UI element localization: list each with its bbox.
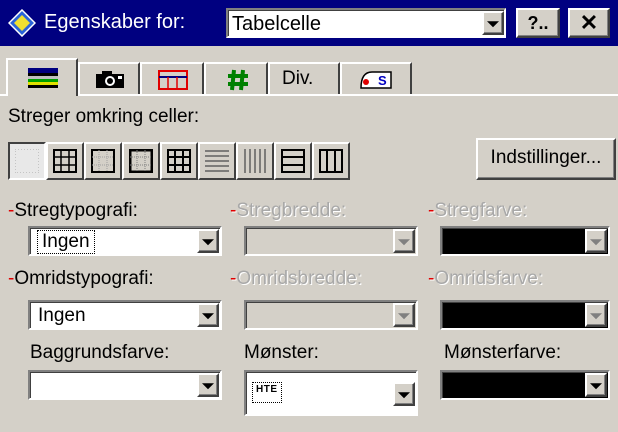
border-style-outside-bold[interactable] xyxy=(122,142,160,180)
outline-color-dropdown xyxy=(440,300,610,330)
help-button[interactable]: ?.. xyxy=(516,8,560,38)
stroke-width-dropdown xyxy=(244,226,418,256)
borders-section-label: Streger omkring celler: xyxy=(8,106,200,127)
chevron-down-icon[interactable] xyxy=(197,303,219,327)
border-style-horizontal[interactable] xyxy=(198,142,236,180)
chevron-down-icon[interactable] xyxy=(197,373,219,397)
border-style-vertical[interactable] xyxy=(236,142,274,180)
bg-color-label: Baggrundsfarve: xyxy=(30,342,170,363)
settings-button[interactable]: Indstillinger... xyxy=(476,138,616,180)
script-icon: S xyxy=(360,71,392,89)
tab-image[interactable] xyxy=(78,62,140,94)
outline-type-label: -Omridstypografi: xyxy=(8,268,154,289)
stroke-color-dropdown xyxy=(440,226,610,256)
properties-icon xyxy=(8,9,36,37)
chevron-down-icon[interactable] xyxy=(482,11,504,35)
pattern-color-dropdown[interactable] xyxy=(440,370,610,400)
borders-icon xyxy=(28,68,58,88)
pattern-value: hte xyxy=(252,382,282,403)
tab-script[interactable]: S xyxy=(340,62,412,94)
stroke-color-label: -Stregfarve: xyxy=(428,200,528,221)
border-style-none[interactable] xyxy=(8,142,46,180)
border-style-outside[interactable] xyxy=(84,142,122,180)
title-bar: Egenskaber for: Tabelcelle ?.. ✕ xyxy=(0,0,618,46)
chevron-down-icon xyxy=(393,303,415,327)
stroke-width-label: -Stregbredde: xyxy=(230,200,347,221)
camera-icon xyxy=(96,71,124,88)
pattern-dropdown[interactable]: hte xyxy=(244,370,418,416)
outline-width-label: -Omridsbredde: xyxy=(230,268,362,289)
pattern-color-label: Mønsterfarve: xyxy=(444,342,562,363)
outline-type-dropdown[interactable]: Ingen xyxy=(28,300,222,330)
border-style-horizontal-outside[interactable] xyxy=(274,142,312,180)
object-type-value: Tabelcelle xyxy=(232,13,321,35)
tab-borders[interactable] xyxy=(6,58,78,96)
stroke-type-label: -Stregtypografi: xyxy=(8,200,138,221)
chevron-down-icon[interactable] xyxy=(585,373,607,397)
outline-color-label: -Omridsfarve: xyxy=(428,268,544,289)
svg-text:S: S xyxy=(378,73,387,88)
object-type-dropdown[interactable]: Tabelcelle xyxy=(226,8,506,38)
tab-cell[interactable] xyxy=(204,62,268,94)
stroke-type-value: Ingen xyxy=(37,230,95,254)
chevron-down-icon[interactable] xyxy=(197,229,219,253)
chevron-down-icon xyxy=(585,303,607,327)
tab-divider xyxy=(0,94,618,96)
border-style-vertical-outside[interactable] xyxy=(312,142,350,180)
table-icon xyxy=(158,70,188,90)
chevron-down-icon[interactable] xyxy=(393,382,415,406)
bg-color-dropdown[interactable] xyxy=(28,370,222,400)
chevron-down-icon xyxy=(393,229,415,253)
chevron-down-icon xyxy=(585,229,607,253)
hash-icon xyxy=(228,69,248,91)
border-style-grid[interactable] xyxy=(160,142,198,180)
pattern-label: Mønster: xyxy=(244,342,319,363)
tab-misc[interactable]: Div. xyxy=(268,62,340,94)
outline-type-value: Ingen xyxy=(38,305,86,326)
close-button[interactable]: ✕ xyxy=(568,8,610,38)
tab-misc-label: Div. xyxy=(282,68,314,89)
window-title: Egenskaber for: xyxy=(44,11,186,33)
outline-width-dropdown xyxy=(244,300,418,330)
stroke-type-dropdown[interactable]: Ingen xyxy=(28,226,222,256)
border-style-all[interactable] xyxy=(46,142,84,180)
tab-table[interactable] xyxy=(140,62,204,94)
